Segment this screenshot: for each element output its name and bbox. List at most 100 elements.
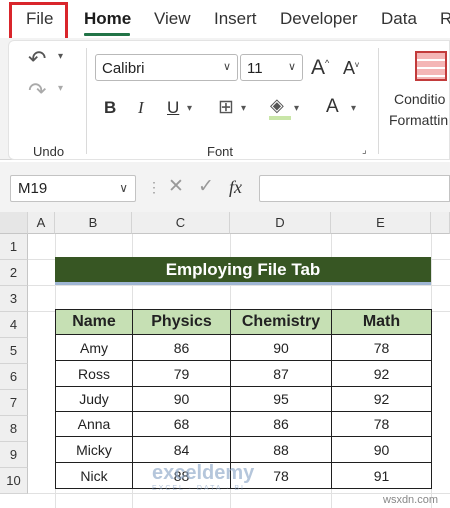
column-header-b[interactable]: B	[55, 212, 132, 234]
redo-icon[interactable]: ↷	[28, 80, 46, 102]
row-header-8[interactable]: 8	[0, 416, 28, 442]
exceldemy-watermark: exceldemy EXCEL · DATA · BI	[152, 462, 254, 492]
table-cell[interactable]: 87	[230, 360, 332, 387]
table-cell[interactable]: 92	[331, 386, 432, 412]
table-cell[interactable]: 92	[331, 360, 432, 387]
chevron-down-icon: ∨	[119, 181, 128, 195]
borders-icon[interactable]: ⊞	[218, 98, 234, 117]
font-name-value: Calibri	[102, 60, 145, 77]
table-cell[interactable]: Nick	[55, 462, 133, 489]
ribbon-tab-bar: File Home View Insert Developer Data R	[0, 0, 450, 43]
conditional-formatting-label-2[interactable]: Formattin	[389, 112, 448, 128]
column-header-a[interactable]: A	[28, 212, 55, 234]
select-all-corner[interactable]	[0, 212, 28, 234]
tab-data[interactable]: Data	[381, 9, 417, 29]
table-cell[interactable]: 88	[230, 436, 332, 463]
table-cell[interactable]: Anna	[55, 411, 133, 437]
font-group-label: Font	[207, 144, 234, 159]
conditional-formatting-label-1[interactable]: Conditio	[394, 91, 445, 107]
tab-home[interactable]: Home	[84, 9, 131, 29]
title-bottom-border	[55, 282, 431, 285]
tab-developer[interactable]: Developer	[280, 9, 358, 29]
font-size-select[interactable]: 11 ∨	[240, 54, 303, 81]
header-cell-math[interactable]: Math	[331, 309, 432, 335]
font-name-select[interactable]: Calibri ∨	[95, 54, 238, 81]
insert-function-button[interactable]: fx	[229, 177, 242, 198]
conditional-formatting-icon[interactable]	[415, 51, 447, 81]
fill-color-bucket-icon[interactable]: ◈	[270, 96, 284, 114]
row-header-6[interactable]: 6	[0, 364, 28, 390]
table-cell[interactable]: 68	[132, 411, 231, 437]
bold-button[interactable]: B	[104, 98, 116, 118]
tab-insert[interactable]: Insert	[214, 9, 257, 29]
table-cell[interactable]: Micky	[55, 436, 133, 463]
font-color-button[interactable]: A	[326, 96, 339, 118]
column-header-f-partial[interactable]	[431, 212, 450, 234]
watermark-brand: exceldemy	[152, 462, 255, 484]
row-header-1[interactable]: 1	[0, 234, 28, 260]
row-header-10[interactable]: 10	[0, 468, 28, 494]
table-cell[interactable]: 86	[132, 334, 231, 361]
table-cell[interactable]: Judy	[55, 386, 133, 412]
header-cell-physics[interactable]: Physics	[132, 309, 231, 335]
redo-dropdown-chevron-icon[interactable]: ▾	[58, 84, 63, 94]
table-cell[interactable]: 78	[331, 411, 432, 437]
formula-input[interactable]	[259, 175, 450, 202]
chevron-down-icon: ∨	[287, 61, 296, 73]
row-header-5[interactable]: 5	[0, 338, 28, 364]
column-header-e[interactable]: E	[331, 212, 431, 234]
table-cell[interactable]: 90	[331, 436, 432, 463]
row-header-4[interactable]: 4	[0, 312, 28, 338]
table-cell[interactable]: 86	[230, 411, 332, 437]
table-cell[interactable]: 84	[132, 436, 231, 463]
header-cell-chemistry[interactable]: Chemistry	[230, 309, 332, 335]
table-row: Judy 90 95 92	[55, 386, 432, 412]
table-cell[interactable]: 90	[132, 386, 231, 412]
group-divider	[378, 48, 379, 154]
undo-icon[interactable]: ↶	[28, 48, 46, 70]
enter-check-icon[interactable]: ✓	[198, 177, 214, 196]
table-cell[interactable]: Amy	[55, 334, 133, 361]
underline-dropdown-chevron-icon[interactable]: ▾	[187, 104, 192, 114]
column-header-d[interactable]: D	[230, 212, 331, 234]
table-row: Micky 84 88 90	[55, 436, 432, 463]
table-cell[interactable]: 90	[230, 334, 332, 361]
undo-dropdown-chevron-icon[interactable]: ▾	[58, 52, 63, 62]
tab-view[interactable]: View	[154, 9, 191, 29]
table-cell[interactable]: 78	[331, 334, 432, 361]
active-tab-indicator	[84, 33, 130, 36]
table-cell[interactable]: 91	[331, 462, 432, 489]
row-header-9[interactable]: 9	[0, 442, 28, 468]
tab-review-partial[interactable]: R	[440, 9, 450, 29]
table-cell[interactable]: Ross	[55, 360, 133, 387]
cancel-icon[interactable]: ✕	[168, 177, 184, 196]
site-watermark: wsxdn.com	[383, 494, 439, 506]
table-cell[interactable]: 79	[132, 360, 231, 387]
undo-group-label: Undo	[33, 144, 65, 159]
chevron-down-icon: ∨	[222, 61, 231, 73]
italic-button[interactable]: I	[138, 98, 144, 118]
sheet-title-cell[interactable]: Employing File Tab	[55, 257, 431, 282]
watermark-tagline: EXCEL · DATA · BI	[152, 485, 245, 492]
table-cell[interactable]: 95	[230, 386, 332, 412]
increase-font-size-button[interactable]: A^	[311, 56, 329, 80]
name-box[interactable]: M19 ∨	[10, 175, 136, 202]
gridline	[28, 285, 450, 286]
underline-button[interactable]: U	[167, 98, 179, 118]
row-header-2[interactable]: 2	[0, 260, 28, 286]
column-header-c[interactable]: C	[132, 212, 230, 234]
more-options-icon[interactable]: ⋮	[147, 180, 161, 194]
header-cell-name[interactable]: Name	[55, 309, 133, 335]
borders-dropdown-chevron-icon[interactable]: ▾	[241, 104, 246, 114]
table-row: Amy 86 90 78	[55, 334, 432, 361]
file-tab-highlight-box	[9, 2, 68, 43]
font-dialog-launcher-icon[interactable]: ⌟	[362, 146, 367, 156]
decrease-font-size-button[interactable]: Av	[343, 58, 359, 79]
row-header-3[interactable]: 3	[0, 286, 28, 312]
font-size-value: 11	[247, 60, 263, 77]
table-header-row: Name Physics Chemistry Math	[55, 309, 432, 335]
fill-dropdown-chevron-icon[interactable]: ▾	[294, 104, 299, 114]
row-header-7[interactable]: 7	[0, 390, 28, 416]
fill-color-swatch	[269, 116, 291, 120]
font-color-dropdown-chevron-icon[interactable]: ▾	[351, 104, 356, 114]
